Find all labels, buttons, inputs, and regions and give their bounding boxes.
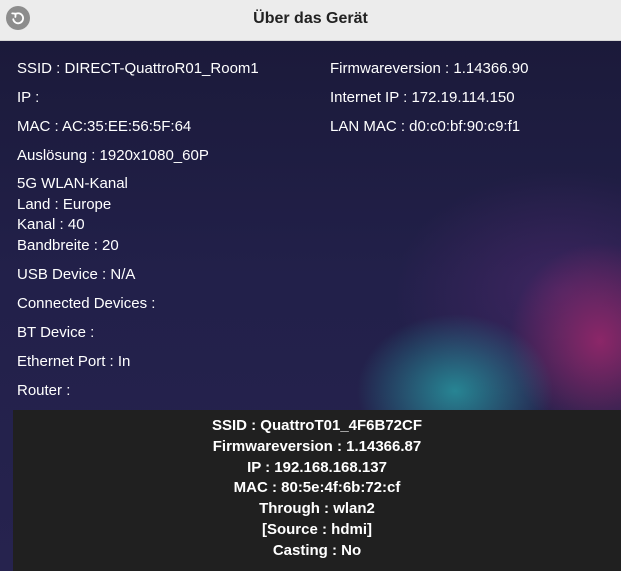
wlan5g-bandwidth: Bandbreite : 20	[17, 236, 119, 254]
lan-mac-text: LAN MAC : d0:c0:bf:90:c9:f1	[330, 118, 521, 135]
mac-text: MAC : AC:35:EE:56:5F:64	[17, 118, 192, 135]
wlan5g-group: 5G WLAN-Kanal Land : Europe Kanal : 40 B…	[17, 170, 259, 260]
wlan5g-country: Land : Europe	[17, 195, 112, 213]
receiver-info-panel: SSID : QuattroT01_4F6B72CF Firmwareversi…	[13, 410, 621, 571]
panel-through: Through : wlan2	[259, 500, 375, 518]
panel-casting: Casting : No	[272, 541, 362, 559]
page-title: Über das Gerät	[253, 10, 368, 27]
firmware-text: Firmwareversion : 1.14366.90	[330, 60, 529, 77]
device-info-area: SSID : DIRECT-QuattroR01_Room1 IP : MAC …	[0, 41, 621, 571]
ip-text: IP :	[17, 89, 40, 106]
title-bar: Über das Gerät	[0, 0, 621, 41]
panel-firmware: Firmwareversion : 1.14366.87	[212, 437, 422, 455]
panel-ssid: SSID : QuattroT01_4F6B72CF	[211, 417, 423, 434]
internet-ip-text: Internet IP : 172.19.114.150	[330, 89, 515, 106]
info-left-column: SSID : DIRECT-QuattroR01_Room1 IP : MAC …	[17, 54, 259, 405]
panel-source: [Source : hdmi]	[261, 520, 372, 538]
wlan5g-title: 5G WLAN-Kanal	[17, 175, 128, 192]
panel-ip: IP : 192.168.168.137	[247, 458, 387, 476]
ethernet-port-text: Ethernet Port : In	[17, 353, 131, 370]
bt-device-text: BT Device :	[17, 324, 95, 341]
connected-devices-text: Connected Devices :	[17, 295, 156, 312]
resolution-text: Auslösung : 1920x1080_60P	[17, 147, 209, 164]
panel-mac: MAC : 80:5e:4f:6b:72:cf	[233, 479, 401, 497]
usb-device-text: USB Device : N/A	[17, 266, 136, 283]
wlan5g-channel: Kanal : 40	[17, 216, 85, 233]
info-right-column: Firmwareversion : 1.14366.90 Internet IP…	[330, 54, 528, 141]
router-text: Router :	[17, 382, 71, 399]
ssid-text: SSID : DIRECT-QuattroR01_Room1	[17, 60, 259, 77]
